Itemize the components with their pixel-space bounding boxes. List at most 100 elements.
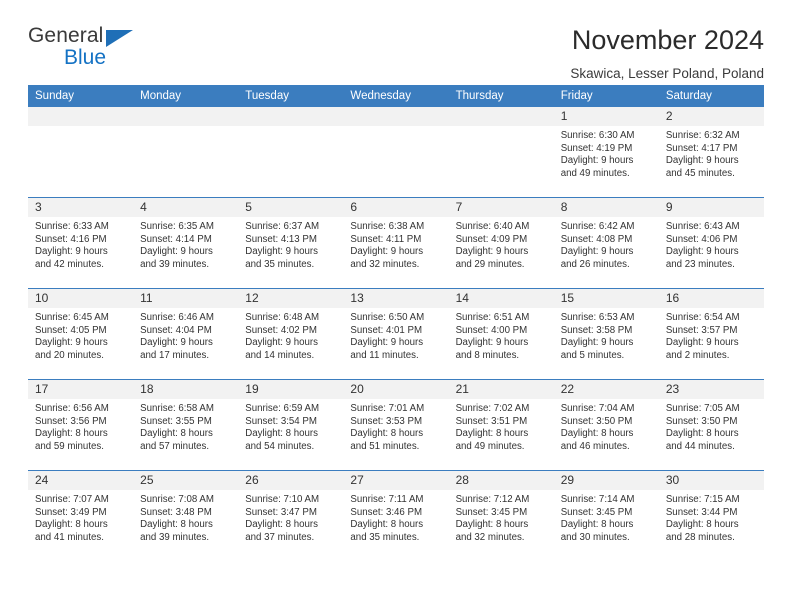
- day-number: 12: [238, 289, 344, 308]
- day-cell[interactable]: 28 Sunrise: 7:12 AM Sunset: 3:45 PM Dayligh…: [448, 471, 554, 561]
- day-cell[interactable]: 26 Sunrise: 7:10 AM Sunset: 3:47 PM Dayligh…: [238, 471, 344, 561]
- daylight-text-line2: and 30 minutes.: [560, 531, 630, 543]
- sunset-text: Sunset: 4:14 PM: [140, 233, 212, 245]
- day-number: 16: [658, 289, 764, 308]
- daylight-text-line1: Daylight: 9 hours: [140, 246, 213, 258]
- day-cell[interactable]: 2 Sunrise: 6:32 AM Sunset: 4:17 PM Daylight…: [658, 107, 764, 197]
- day-cell[interactable]: 15 Sunrise: 6:53 AM Sunset: 3:58 PM Dayligh…: [553, 289, 659, 379]
- day-cell[interactable]: 14 Sunrise: 6:51 AM Sunset: 4:00 PM Dayligh…: [448, 289, 554, 379]
- weekday-header-thursday: Thursday: [448, 85, 554, 107]
- sunrise-text: Sunrise: 6:40 AM: [455, 221, 530, 232]
- day-number: 19: [238, 380, 344, 399]
- calendar-cell: [238, 107, 344, 198]
- daylight-text-line2: and 17 minutes.: [140, 349, 210, 361]
- title-block: November 2024 Skawica, Lesser Poland, Po…: [570, 24, 764, 84]
- day-cell-empty: [28, 107, 134, 197]
- sunset-text: Sunset: 3:44 PM: [665, 506, 738, 518]
- calendar-cell: 17 Sunrise: 6:56 AM Sunset: 3:56 PM Dayligh…: [28, 379, 134, 471]
- sunrise-text: Sunrise: 7:05 AM: [665, 403, 740, 414]
- sunrise-text: Sunrise: 6:38 AM: [350, 221, 425, 232]
- day-number: [343, 107, 449, 126]
- day-cell[interactable]: 16 Sunrise: 6:54 AM Sunset: 3:57 PM Dayligh…: [658, 289, 764, 379]
- calendar-cell: 21 Sunrise: 7:02 AM Sunset: 3:51 PM Dayligh…: [448, 379, 554, 471]
- page-header: General Blue November 2024 Skawica, Less…: [28, 0, 764, 81]
- sunrise-text: Sunrise: 6:54 AM: [665, 312, 740, 323]
- day-cell[interactable]: 20 Sunrise: 7:01 AM Sunset: 3:53 PM Dayligh…: [343, 380, 449, 470]
- daylight-text-line1: Daylight: 9 hours: [245, 337, 318, 349]
- day-cell[interactable]: 5 Sunrise: 6:37 AM Sunset: 4:13 PM Daylight…: [238, 198, 344, 288]
- sunset-text: Sunset: 3:45 PM: [560, 506, 633, 518]
- day-number: [28, 107, 134, 126]
- day-cell[interactable]: 30 Sunrise: 7:15 AM Sunset: 3:44 PM Dayligh…: [658, 471, 764, 561]
- day-cell[interactable]: 1 Sunrise: 6:30 AM Sunset: 4:19 PM Daylight…: [553, 107, 659, 197]
- day-number: 1: [553, 107, 659, 126]
- sunrise-text: Sunrise: 6:56 AM: [35, 403, 109, 414]
- day-cell[interactable]: 21 Sunrise: 7:02 AM Sunset: 3:51 PM Dayligh…: [448, 380, 554, 470]
- daylight-text-line2: and 23 minutes.: [665, 258, 735, 270]
- sunset-text: Sunset: 3:48 PM: [140, 506, 212, 518]
- day-cell[interactable]: 8 Sunrise: 6:42 AM Sunset: 4:08 PM Daylight…: [553, 198, 659, 288]
- calendar-cell: 24 Sunrise: 7:07 AM Sunset: 3:49 PM Dayligh…: [28, 470, 134, 561]
- day-cell[interactable]: 13 Sunrise: 6:50 AM Sunset: 4:01 PM Dayligh…: [343, 289, 449, 379]
- day-cell[interactable]: 10 Sunrise: 6:45 AM Sunset: 4:05 PM Dayligh…: [28, 289, 134, 379]
- calendar-cell: 25 Sunrise: 7:08 AM Sunset: 3:48 PM Dayligh…: [133, 470, 239, 561]
- daylight-text-line2: and 49 minutes.: [455, 440, 525, 452]
- day-cell[interactable]: 7 Sunrise: 6:40 AM Sunset: 4:09 PM Daylight…: [448, 198, 554, 288]
- day-cell[interactable]: 27 Sunrise: 7:11 AM Sunset: 3:46 PM Dayligh…: [343, 471, 449, 561]
- day-cell[interactable]: 6 Sunrise: 6:38 AM Sunset: 4:11 PM Daylight…: [343, 198, 449, 288]
- day-sun-info: Sunrise: 6:51 AM Sunset: 4:00 PM Daylight:…: [449, 308, 554, 362]
- calendar-cell: 4 Sunrise: 6:35 AM Sunset: 4:14 PM Daylight…: [133, 197, 239, 289]
- day-cell[interactable]: 23 Sunrise: 7:05 AM Sunset: 3:50 PM Dayligh…: [658, 380, 764, 470]
- day-sun-info: Sunrise: 7:02 AM Sunset: 3:51 PM Daylight:…: [449, 399, 554, 453]
- weekday-header-saturday: Saturday: [658, 85, 764, 107]
- general-blue-logo[interactable]: General Blue: [28, 24, 148, 72]
- day-cell-empty: [343, 107, 449, 197]
- day-sun-info: Sunrise: 6:32 AM Sunset: 4:17 PM Daylight:…: [659, 126, 764, 180]
- sunrise-text: Sunrise: 6:43 AM: [665, 221, 740, 232]
- daylight-text-line2: and 39 minutes.: [140, 531, 210, 543]
- day-number: [448, 107, 554, 126]
- daylight-text-line1: Daylight: 8 hours: [35, 428, 108, 440]
- calendar-cell: 13 Sunrise: 6:50 AM Sunset: 4:01 PM Dayligh…: [343, 288, 449, 380]
- sunset-text: Sunset: 4:00 PM: [455, 324, 528, 336]
- daylight-text-line1: Daylight: 8 hours: [140, 519, 213, 531]
- sunset-text: Sunset: 4:08 PM: [560, 233, 633, 245]
- day-number: 5: [238, 198, 344, 217]
- day-cell[interactable]: 4 Sunrise: 6:35 AM Sunset: 4:14 PM Daylight…: [133, 198, 239, 288]
- sunset-text: Sunset: 4:06 PM: [665, 233, 738, 245]
- calendar-cell: 9 Sunrise: 6:43 AM Sunset: 4:06 PM Daylight…: [658, 197, 764, 289]
- sunset-text: Sunset: 3:56 PM: [35, 415, 107, 427]
- day-cell[interactable]: 11 Sunrise: 6:46 AM Sunset: 4:04 PM Dayligh…: [133, 289, 239, 379]
- sunrise-text: Sunrise: 6:45 AM: [35, 312, 109, 323]
- day-sun-info: Sunrise: 7:01 AM Sunset: 3:53 PM Daylight:…: [343, 399, 448, 453]
- calendar-cell: 22 Sunrise: 7:04 AM Sunset: 3:50 PM Dayligh…: [553, 379, 659, 471]
- daylight-text-line2: and 8 minutes.: [455, 349, 520, 361]
- day-number: 14: [448, 289, 554, 308]
- day-cell[interactable]: 22 Sunrise: 7:04 AM Sunset: 3:50 PM Dayligh…: [553, 380, 659, 470]
- day-cell[interactable]: 24 Sunrise: 7:07 AM Sunset: 3:49 PM Dayligh…: [28, 471, 134, 561]
- day-cell[interactable]: 3 Sunrise: 6:33 AM Sunset: 4:16 PM Daylight…: [28, 198, 134, 288]
- day-cell[interactable]: 25 Sunrise: 7:08 AM Sunset: 3:48 PM Dayligh…: [133, 471, 239, 561]
- daylight-text-line2: and 41 minutes.: [35, 531, 104, 543]
- day-sun-info: Sunrise: 7:14 AM Sunset: 3:45 PM Daylight:…: [554, 490, 659, 544]
- day-cell[interactable]: 19 Sunrise: 6:59 AM Sunset: 3:54 PM Dayligh…: [238, 380, 344, 470]
- day-number: 15: [553, 289, 659, 308]
- calendar-cell: 29 Sunrise: 7:14 AM Sunset: 3:45 PM Dayligh…: [553, 470, 659, 561]
- weekday-header-friday: Friday: [553, 85, 659, 107]
- daylight-text-line1: Daylight: 9 hours: [140, 337, 213, 349]
- calendar-week-row: 24 Sunrise: 7:07 AM Sunset: 3:49 PM Dayligh…: [28, 470, 764, 561]
- day-sun-info: Sunrise: 7:10 AM Sunset: 3:47 PM Daylight:…: [238, 490, 343, 544]
- day-sun-info: Sunrise: 6:46 AM Sunset: 4:04 PM Daylight:…: [133, 308, 238, 362]
- calendar-header-row: Sunday Monday Tuesday Wednesday Thursday…: [28, 85, 764, 107]
- day-sun-info: Sunrise: 7:08 AM Sunset: 3:48 PM Daylight:…: [133, 490, 238, 544]
- day-cell[interactable]: 9 Sunrise: 6:43 AM Sunset: 4:06 PM Daylight…: [658, 198, 764, 288]
- day-number: 17: [28, 380, 134, 399]
- day-sun-info: Sunrise: 6:54 AM Sunset: 3:57 PM Daylight:…: [659, 308, 764, 362]
- day-cell[interactable]: 12 Sunrise: 6:48 AM Sunset: 4:02 PM Dayligh…: [238, 289, 344, 379]
- calendar-cell: 10 Sunrise: 6:45 AM Sunset: 4:05 PM Dayligh…: [28, 288, 134, 380]
- day-cell[interactable]: 17 Sunrise: 6:56 AM Sunset: 3:56 PM Dayligh…: [28, 380, 134, 470]
- day-cell[interactable]: 18 Sunrise: 6:58 AM Sunset: 3:55 PM Dayligh…: [133, 380, 239, 470]
- sunrise-sunset-calendar: Sunday Monday Tuesday Wednesday Thursday…: [28, 85, 764, 561]
- day-cell[interactable]: 29 Sunrise: 7:14 AM Sunset: 3:45 PM Dayligh…: [553, 471, 659, 561]
- sunset-text: Sunset: 3:55 PM: [140, 415, 212, 427]
